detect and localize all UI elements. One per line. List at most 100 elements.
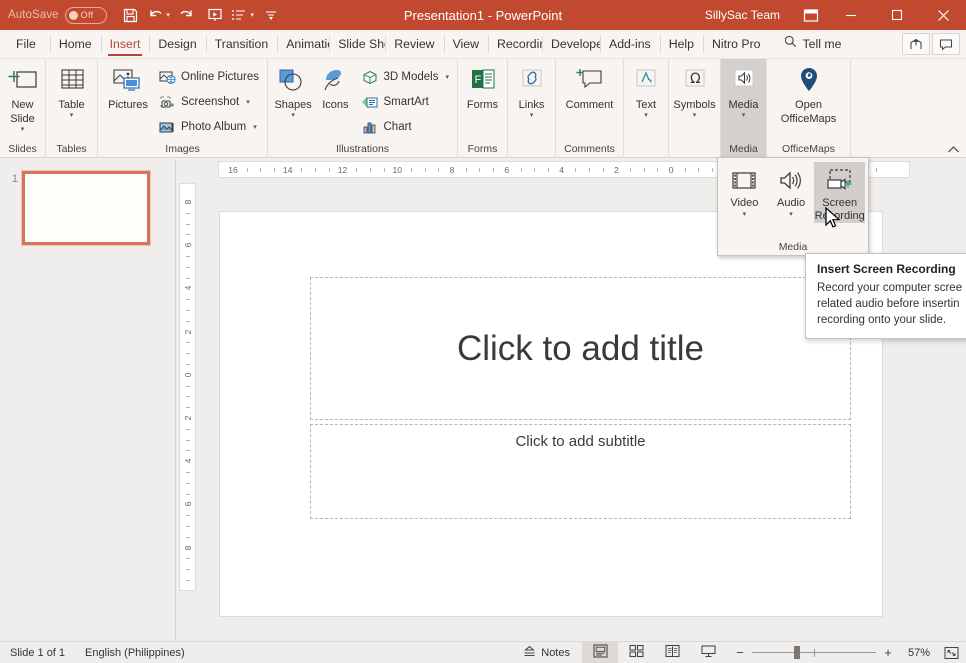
ruler-tick — [575, 168, 577, 172]
tab-design[interactable]: Design — [149, 30, 205, 58]
title-placeholder[interactable]: Click to add title — [310, 277, 851, 420]
chevron-down-icon[interactable]: ▾ — [644, 112, 648, 120]
collapse-ribbon-icon[interactable] — [947, 145, 960, 157]
chevron-down-icon[interactable]: ▾ — [693, 112, 697, 120]
ruler-tick — [185, 266, 190, 268]
symbols-button[interactable]: Ω Symbols ▾ — [673, 62, 716, 120]
slide-sorter-button[interactable] — [618, 642, 654, 663]
autosave-switch[interactable]: Off — [64, 6, 107, 24]
tab-nitro-pro[interactable]: Nitro Pro — [703, 30, 770, 58]
chevron-down-icon[interactable]: ▾ — [21, 126, 25, 134]
zoom-slider[interactable] — [752, 646, 876, 660]
ruler-label: 8 — [449, 165, 455, 175]
online-pictures-button[interactable]: Online Pictures — [154, 65, 263, 89]
ruler-tick — [356, 168, 358, 172]
chevron-down-icon[interactable]: ▾ — [742, 112, 746, 120]
start-slideshow-icon[interactable] — [201, 1, 229, 29]
new-slide-button[interactable]: New Slide ▾ — [4, 62, 41, 134]
notes-button[interactable]: Notes — [511, 645, 582, 660]
share-icon[interactable] — [902, 33, 930, 55]
table-button[interactable]: Table ▾ — [50, 62, 93, 120]
video-button[interactable]: Video ▾ — [721, 162, 768, 223]
tab-slide-show[interactable]: Slide Show — [329, 30, 385, 58]
screenshot-icon — [158, 93, 176, 111]
ruler-tick — [185, 234, 190, 236]
tab-recording[interactable]: Recording — [488, 30, 542, 58]
zoom-out-button[interactable]: − — [734, 645, 746, 660]
online-pictures-label: Online Pictures — [181, 71, 259, 83]
links-button[interactable]: Links ▾ — [512, 62, 551, 120]
media-dropdown-items: Video ▾ Audio ▾ Screen Recording — [718, 158, 868, 223]
chart-button[interactable]: Chart — [357, 115, 453, 139]
tab-file[interactable]: File — [0, 30, 50, 58]
open-officemaps-button[interactable]: Open OfficeMaps — [771, 62, 846, 126]
chevron-down-icon[interactable]: ▾ — [246, 98, 250, 106]
list-icon[interactable]: ▾ — [229, 1, 257, 29]
powerpoint-window: AutoSave Off ▾ ▾ Presentation1 - PowerPo… — [0, 0, 966, 663]
text-button[interactable]: Text ▾ — [628, 62, 664, 120]
comments-icon[interactable] — [932, 33, 960, 55]
tell-me-search[interactable]: Tell me — [770, 30, 852, 58]
ruler-tick — [185, 299, 190, 301]
zoom-in-button[interactable]: + — [882, 645, 894, 660]
forms-button[interactable]: F Forms — [462, 62, 503, 112]
chevron-down-icon[interactable]: ▾ — [253, 123, 257, 131]
slideshow-button[interactable] — [690, 642, 726, 663]
shapes-button[interactable]: Shapes ▾ — [272, 62, 314, 120]
group-label-images: Images — [165, 143, 200, 155]
slide-count-status[interactable]: Slide 1 of 1 — [0, 647, 75, 659]
ruler-tick — [185, 223, 190, 225]
online-pictures-icon — [158, 68, 176, 86]
redo-icon[interactable] — [173, 1, 201, 29]
save-icon[interactable] — [117, 1, 145, 29]
reading-view-button[interactable] — [654, 642, 690, 663]
autosave-toggle[interactable]: AutoSave Off — [8, 6, 107, 24]
undo-icon[interactable]: ▾ — [145, 1, 173, 29]
subtitle-placeholder[interactable]: Click to add subtitle — [310, 424, 851, 519]
3d-models-button[interactable]: 3D Models ▾ — [357, 65, 453, 89]
tab-home[interactable]: Home — [49, 30, 101, 58]
new-slide-label-line1: New — [11, 99, 34, 111]
ribbon-display-options-icon[interactable] — [794, 0, 828, 30]
chevron-down-icon[interactable]: ▾ — [291, 112, 295, 120]
icons-button[interactable]: Icons — [314, 62, 356, 112]
tab-developer[interactable]: Developer — [542, 30, 600, 58]
language-status[interactable]: English (Philippines) — [75, 647, 195, 659]
pictures-button[interactable]: Pictures — [102, 62, 154, 112]
links-label: Links — [518, 99, 545, 111]
zoom-thumb[interactable] — [794, 646, 800, 659]
zoom-percent[interactable]: 57% — [900, 647, 930, 659]
media-button[interactable]: Media ▾ — [725, 62, 762, 120]
chevron-down-icon[interactable]: ▾ — [530, 112, 534, 120]
account-name[interactable]: SillySac Team — [705, 8, 794, 22]
customize-qat-icon[interactable] — [257, 1, 285, 29]
tab-review[interactable]: Review — [385, 30, 443, 58]
slide-thumbnail-1[interactable] — [21, 170, 151, 246]
comment-button[interactable]: Comment — [560, 62, 619, 112]
ruler-tick — [643, 168, 645, 172]
tab-insert[interactable]: Insert — [100, 30, 150, 58]
photo-album-button[interactable]: Photo Album ▾ — [154, 115, 263, 139]
chevron-down-icon[interactable]: ▾ — [70, 112, 74, 120]
fit-slide-button[interactable] — [936, 642, 966, 663]
tab-help[interactable]: Help — [659, 30, 703, 58]
tab-animation[interactable]: Animation — [277, 30, 329, 58]
screenshot-button[interactable]: Screenshot ▾ — [154, 90, 263, 114]
maximize-button[interactable] — [874, 0, 920, 30]
tab-view[interactable]: View — [443, 30, 488, 58]
chevron-down-icon[interactable]: ▾ — [743, 210, 747, 219]
audio-button[interactable]: Audio ▾ — [768, 162, 815, 223]
smartart-button[interactable]: SmartArt — [357, 90, 453, 114]
minimize-button[interactable] — [828, 0, 874, 30]
chevron-down-icon[interactable]: ▾ — [789, 210, 793, 219]
ruler-label: 10 — [392, 165, 403, 175]
tab-add-ins[interactable]: Add-ins — [600, 30, 660, 58]
chevron-down-icon[interactable]: ▾ — [445, 73, 449, 81]
tab-transition[interactable]: Transition — [205, 30, 278, 58]
slide-thumbnail-pane[interactable]: 1 — [0, 159, 176, 641]
slide-canvas[interactable]: Click to add title Click to add subtitle — [219, 211, 883, 617]
close-button[interactable] — [920, 0, 966, 30]
symbols-icon: Ω — [680, 64, 710, 98]
normal-view-button[interactable] — [582, 641, 618, 663]
vertical-ruler[interactable]: 8 6 4 2 0 2 4 6 8 — [179, 183, 196, 591]
